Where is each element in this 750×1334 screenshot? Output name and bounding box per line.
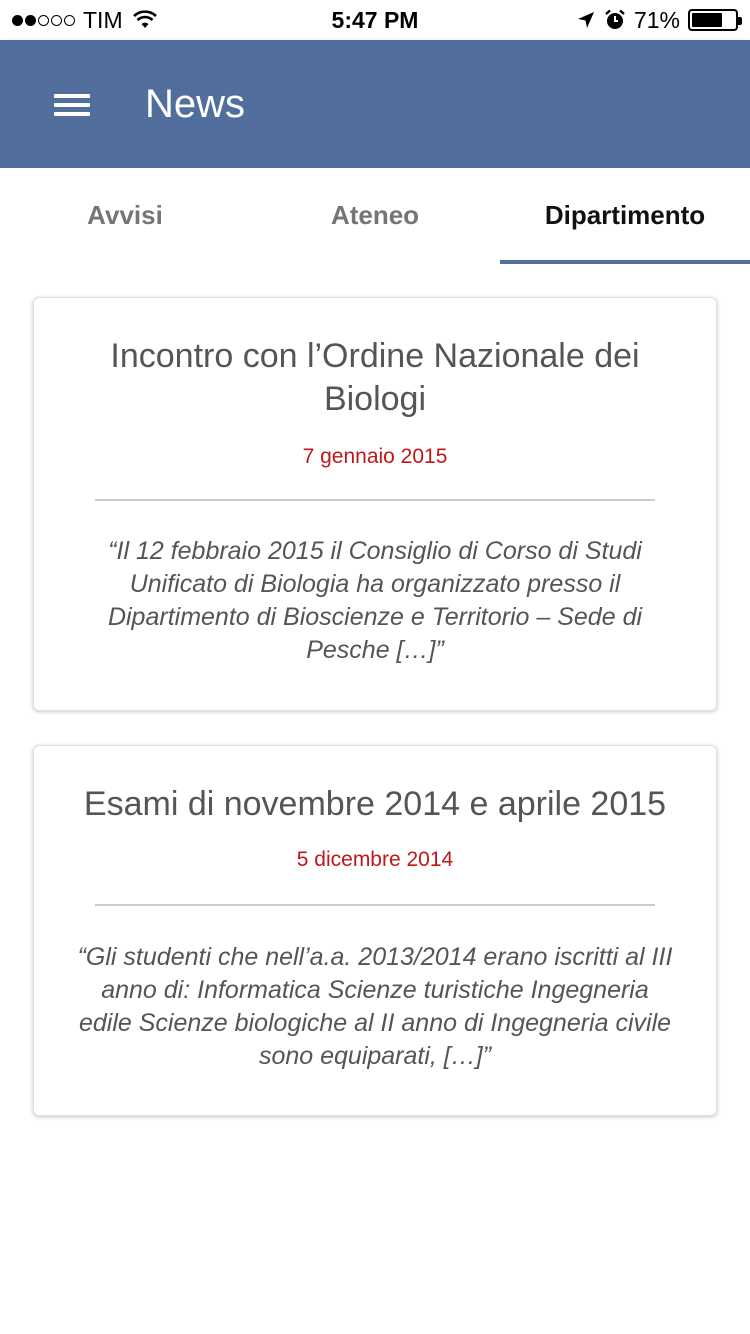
page-title: News xyxy=(145,82,246,126)
tab-dipartimento[interactable]: Dipartimento xyxy=(500,168,750,264)
news-title[interactable]: Esami di novembre 2014 e aprile 2015 xyxy=(34,783,716,826)
news-card[interactable]: Esami di novembre 2014 e aprile 2015 5 d… xyxy=(33,745,717,1116)
tab-avvisi[interactable]: Avvisi xyxy=(0,168,250,264)
battery-percent: 71% xyxy=(633,6,680,33)
alarm-clock-icon xyxy=(605,9,625,29)
hamburger-menu-icon[interactable] xyxy=(52,86,92,122)
news-title[interactable]: Incontro con l’Ordine Nazionale dei Biol… xyxy=(34,335,716,421)
divider xyxy=(95,499,655,501)
status-bar: TIM 5:47 PM 71% xyxy=(0,0,750,40)
news-card[interactable]: Incontro con l’Ordine Nazionale dei Biol… xyxy=(33,297,717,711)
news-excerpt: “Gli studenti che nell’a.a. 2013/2014 er… xyxy=(77,943,673,1070)
news-date: 7 gennaio 2015 xyxy=(302,445,448,468)
tab-ateneo[interactable]: Ateneo xyxy=(250,168,500,264)
status-right: 71% xyxy=(576,6,742,34)
app-bar: News xyxy=(0,40,750,168)
tab-bar: Avvisi Ateneo Dipartimento xyxy=(0,168,750,264)
divider xyxy=(95,904,655,906)
location-arrow-icon xyxy=(577,12,594,28)
news-excerpt: “Il 12 febbraio 2015 il Consiglio di Cor… xyxy=(107,537,643,664)
battery-icon xyxy=(688,9,742,31)
news-date: 5 dicembre 2014 xyxy=(296,848,454,871)
